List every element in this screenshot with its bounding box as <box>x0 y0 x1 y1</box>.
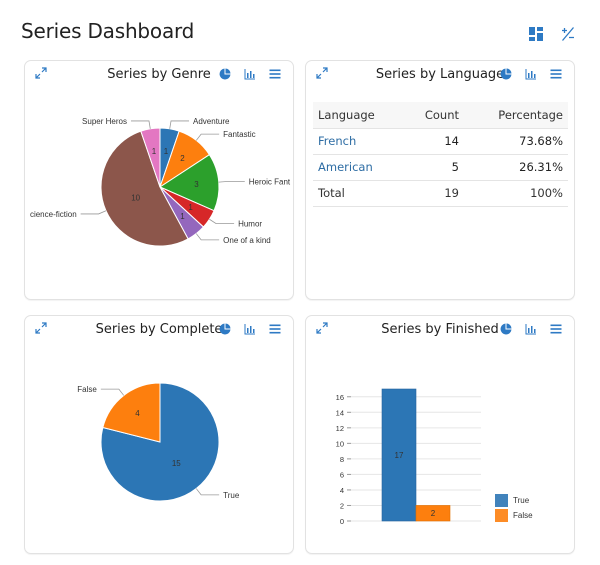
y-tick-label: 12 <box>336 424 344 433</box>
percentage-cell: 26.31% <box>467 154 568 181</box>
table-row: French 14 73.68% <box>313 128 568 155</box>
pie-value-label: 1 <box>152 147 157 156</box>
total-count: 19 <box>403 180 467 207</box>
table-menu-icon[interactable] <box>550 68 562 80</box>
total-percentage: 100% <box>467 180 568 207</box>
genre-card: Series by Genre 1 Adventure 2 Fantastic 3 Her… <box>24 60 294 300</box>
count-cell: 14 <box>403 128 467 155</box>
table-row: American 5 26.31% <box>313 154 568 181</box>
bar-chart-icon[interactable] <box>525 68 537 80</box>
pie-leader-line <box>218 181 245 183</box>
pie-value-label: 4 <box>135 409 140 418</box>
pie-category-label: One of a kind <box>223 236 271 245</box>
count-cell: 5 <box>403 154 467 181</box>
plus-minus-icon[interactable] <box>560 26 576 42</box>
finished-bar-chart: 0 2 4 6 8 10 12 14 16 17 2 True False <box>336 388 533 526</box>
pie-category-label: True <box>223 491 240 500</box>
pie-category-label: Heroic Fant <box>249 177 291 186</box>
column-header-count: Count <box>403 102 467 129</box>
bar-value-label: 17 <box>395 451 404 460</box>
pie-category-label: Humor <box>238 220 262 229</box>
pie-value-label: 15 <box>172 459 181 468</box>
pie-leader-line <box>100 388 125 396</box>
dashboard-actions <box>528 26 576 42</box>
pie-value-label: 1 <box>188 203 193 212</box>
bar-value-label: 2 <box>431 509 436 518</box>
y-tick-label: 16 <box>336 393 344 402</box>
legend-swatch <box>495 494 508 507</box>
column-header-language: Language <box>313 102 404 129</box>
card-header: Series by Language <box>306 61 574 91</box>
table-header-row: Language Count Percentage <box>313 102 568 129</box>
column-header-percentage: Percentage <box>467 102 568 129</box>
page-title: Series Dashboard <box>21 19 195 43</box>
language-table: Language Count Percentage French 14 73.6… <box>313 102 568 207</box>
complete-card: Series by Complete 15 True 4 False <box>24 315 294 554</box>
pie-leader-line <box>209 218 235 225</box>
pie-category-label: cience-fiction <box>30 210 77 219</box>
pie-leader-line <box>195 233 220 241</box>
total-label: Total <box>313 180 404 207</box>
y-tick-label: 8 <box>340 455 344 464</box>
language-link[interactable]: American <box>313 154 404 181</box>
y-tick-label: 10 <box>336 439 344 448</box>
pie-leader-line <box>195 488 220 496</box>
y-tick-label: 2 <box>340 501 344 510</box>
y-tick-label: 0 <box>340 517 344 526</box>
finished-card: Series by Finished 0 2 4 6 8 10 12 14 16 17 2 True F… <box>305 315 575 554</box>
legend-label[interactable]: False <box>513 511 533 520</box>
complete-pie-chart: 15 True 4 False <box>77 382 240 502</box>
pie-value-label: 10 <box>131 194 140 203</box>
pie-leader-line <box>195 133 220 141</box>
language-card: Series by Language Language Count Percen… <box>305 60 575 300</box>
pie-category-label: Fantastic <box>223 130 255 139</box>
layout-icon[interactable] <box>528 26 544 42</box>
y-tick-label: 4 <box>340 486 344 495</box>
pie-value-label: 3 <box>194 180 199 189</box>
card-tools <box>500 68 562 80</box>
pie-leader-line <box>130 120 151 129</box>
table-total-row: Total 19 100% <box>313 180 568 207</box>
legend-swatch <box>495 509 508 522</box>
pie-category-label: Adventure <box>193 117 230 126</box>
pie-value-label: 2 <box>180 154 185 163</box>
genre-pie-chart: 1 Adventure 2 Fantastic 3 Heroic Fant 1 Humor 1 O… <box>30 117 291 247</box>
pie-category-label: Super Heros <box>82 117 127 126</box>
y-tick-label: 14 <box>336 408 344 417</box>
pie-chart-icon[interactable] <box>500 68 512 80</box>
pie-leader-line <box>80 210 107 215</box>
y-tick-label: 6 <box>340 470 344 479</box>
pie-category-label: False <box>77 385 97 394</box>
pie-value-label: 1 <box>164 147 169 156</box>
pie-leader-line <box>169 120 190 129</box>
pie-value-label: 1 <box>180 212 185 221</box>
legend-label[interactable]: True <box>513 496 530 505</box>
language-link[interactable]: French <box>313 128 404 155</box>
percentage-cell: 73.68% <box>467 128 568 155</box>
